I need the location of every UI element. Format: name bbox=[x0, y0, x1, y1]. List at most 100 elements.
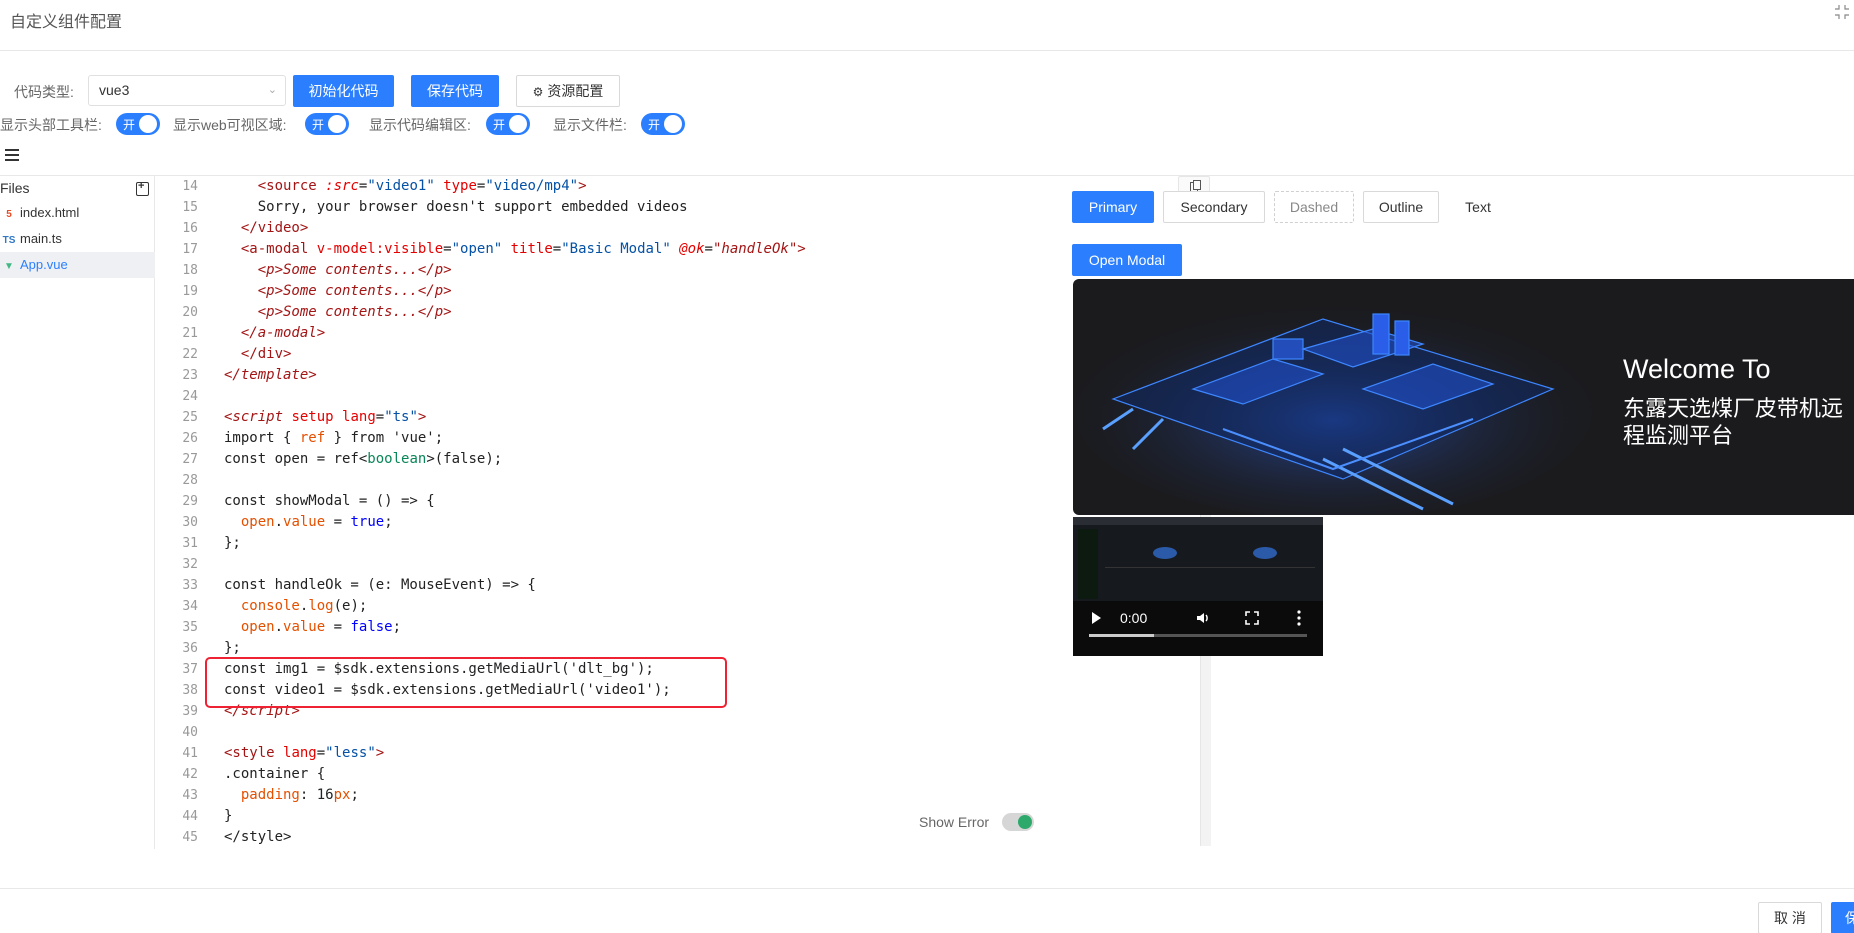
line-number: 18 bbox=[182, 263, 198, 278]
toggle-state: 开 bbox=[123, 118, 136, 132]
dashed-button[interactable]: Dashed bbox=[1274, 191, 1354, 223]
file-item[interactable]: ▼ App.vue bbox=[0, 252, 155, 278]
toggle-web-area[interactable]: 开 bbox=[305, 113, 349, 135]
line-content: }; bbox=[224, 640, 241, 656]
line-content: import { ref } from 'vue'; bbox=[224, 430, 444, 446]
code-line: 16 </video> bbox=[156, 218, 1041, 239]
code-line: 44} bbox=[156, 806, 1041, 827]
line-number: 28 bbox=[182, 473, 198, 488]
line-number: 30 bbox=[182, 515, 198, 530]
toggle-header-toolbar[interactable]: 开 bbox=[116, 113, 160, 135]
video-controls: 0:00 bbox=[1073, 600, 1323, 656]
volume-icon[interactable] bbox=[1195, 610, 1211, 631]
line-number: 40 bbox=[182, 725, 198, 740]
primary-button[interactable]: Primary bbox=[1072, 191, 1154, 223]
video-frame bbox=[1073, 517, 1323, 601]
line-number: 34 bbox=[182, 599, 198, 614]
line-number: 37 bbox=[182, 662, 198, 677]
code-line: 45 </style> bbox=[156, 827, 1041, 848]
toggle-state: 开 bbox=[648, 118, 661, 132]
code-line: 33 const handleOk = (e: MouseEvent) => { bbox=[156, 575, 1041, 596]
line-number: 29 bbox=[182, 494, 198, 509]
line-content: open.value = false; bbox=[240, 619, 402, 635]
more-options-icon[interactable] bbox=[1296, 610, 1302, 631]
toggle-code-editor[interactable]: 开 bbox=[486, 113, 530, 135]
toggle-label-header-toolbar: 显示头部工具栏: bbox=[0, 117, 102, 133]
line-content: open.value = true; bbox=[240, 514, 393, 530]
show-error-toggle[interactable] bbox=[1002, 813, 1034, 831]
code-type-select[interactable]: vue3 ⌄ bbox=[88, 75, 286, 106]
line-number: 31 bbox=[182, 536, 198, 551]
line-number: 21 bbox=[182, 326, 198, 341]
show-error-label: Show Error bbox=[919, 814, 990, 830]
toggle-label-web-area: 显示web可视区域: bbox=[173, 117, 287, 133]
code-type-label: 代码类型: bbox=[14, 84, 74, 100]
code-type-value: vue3 bbox=[99, 82, 130, 98]
code-line: 32 bbox=[156, 554, 1041, 575]
line-number: 23 bbox=[182, 368, 198, 383]
highlight-annotation-box bbox=[205, 657, 727, 708]
line-content: <script setup lang="ts"> bbox=[224, 409, 427, 425]
code-line: 40 bbox=[156, 722, 1041, 743]
video-player[interactable]: 0:00 bbox=[1073, 517, 1323, 656]
video-progress-bar[interactable] bbox=[1089, 634, 1307, 637]
save-code-button[interactable]: 保存代码 bbox=[411, 75, 499, 107]
banner-heading: Welcome To bbox=[1623, 354, 1771, 384]
line-content: const open = ref<boolean>(false); bbox=[224, 451, 503, 467]
dialog-footer: 取 消 保 bbox=[0, 888, 1854, 933]
add-file-icon[interactable] bbox=[136, 180, 149, 196]
code-line: 14 <source :src="video1" type="video/mp4… bbox=[156, 176, 1041, 197]
line-number: 22 bbox=[182, 347, 198, 362]
banner-subtitle: 东露天选煤厂皮带机远程监测平台 bbox=[1623, 396, 1844, 448]
line-content: const showModal = () => { bbox=[224, 493, 435, 509]
open-modal-button[interactable]: Open Modal bbox=[1072, 244, 1182, 276]
line-number: 36 bbox=[182, 641, 198, 656]
secondary-button[interactable]: Secondary bbox=[1163, 191, 1265, 223]
fullscreen-exit-icon[interactable] bbox=[1834, 4, 1852, 22]
toggle-label-file-bar: 显示文件栏: bbox=[553, 117, 627, 133]
code-line: 17 <a-modal v-model:visible="open" title… bbox=[156, 239, 1041, 260]
code-line: 42 .container { bbox=[156, 764, 1041, 785]
fullscreen-icon[interactable] bbox=[1245, 611, 1259, 630]
toggle-file-bar[interactable]: 开 bbox=[641, 113, 685, 135]
line-content: </a-modal> bbox=[240, 325, 326, 341]
line-content: const handleOk = (e: MouseEvent) => { bbox=[224, 577, 536, 593]
toggle-state: 开 bbox=[493, 118, 506, 132]
confirm-button[interactable]: 保 bbox=[1831, 902, 1854, 933]
video-time: 0:00 bbox=[1120, 610, 1148, 626]
gear-icon: ⚙ bbox=[532, 85, 544, 99]
text-button[interactable]: Text bbox=[1448, 191, 1508, 223]
line-content: } bbox=[224, 808, 233, 824]
file-item[interactable]: 5 index.html bbox=[0, 200, 155, 226]
outline-button[interactable]: Outline bbox=[1363, 191, 1439, 223]
web-preview: Primary Secondary Dashed Outline Text Op… bbox=[1057, 176, 1854, 849]
typescript-icon: TS bbox=[2, 235, 16, 246]
line-number: 24 bbox=[182, 389, 198, 404]
code-lines: 14 <source :src="video1" type="video/mp4… bbox=[156, 176, 1041, 848]
code-line: 43 padding: 16px; bbox=[156, 785, 1041, 806]
resource-config-button[interactable]: ⚙ 资源配置 bbox=[516, 75, 620, 107]
init-code-button[interactable]: 初始化代码 bbox=[293, 75, 394, 107]
resource-config-label: 资源配置 bbox=[547, 83, 604, 99]
code-line: 19 <p>Some contents...</p> bbox=[156, 281, 1041, 302]
code-editor[interactable]: 14 <source :src="video1" type="video/mp4… bbox=[156, 176, 1211, 849]
toggle-state: 开 bbox=[312, 118, 325, 132]
line-number: 43 bbox=[182, 788, 198, 803]
welcome-banner: Welcome To 东露天选煤厂皮带机远程监测平台 bbox=[1073, 279, 1854, 515]
code-line: 30 open.value = true; bbox=[156, 512, 1041, 533]
line-number: 42 bbox=[182, 767, 198, 782]
dialog-title: 自定义组件配置 bbox=[10, 14, 123, 31]
play-icon[interactable] bbox=[1089, 611, 1103, 630]
code-line: 23 </template> bbox=[156, 365, 1041, 386]
line-content: </template> bbox=[224, 367, 317, 383]
line-number: 25 bbox=[182, 410, 198, 425]
cancel-button[interactable]: 取 消 bbox=[1758, 902, 1822, 933]
code-line: 26 import { ref } from 'vue'; bbox=[156, 428, 1041, 449]
line-number: 33 bbox=[182, 578, 198, 593]
code-line: 28 bbox=[156, 470, 1041, 491]
code-line: 21 </a-modal> bbox=[156, 323, 1041, 344]
file-item[interactable]: TS main.ts bbox=[0, 226, 155, 252]
code-line: 22 </div> bbox=[156, 344, 1041, 365]
list-icon[interactable] bbox=[5, 149, 19, 163]
line-number: 14 bbox=[182, 179, 198, 194]
